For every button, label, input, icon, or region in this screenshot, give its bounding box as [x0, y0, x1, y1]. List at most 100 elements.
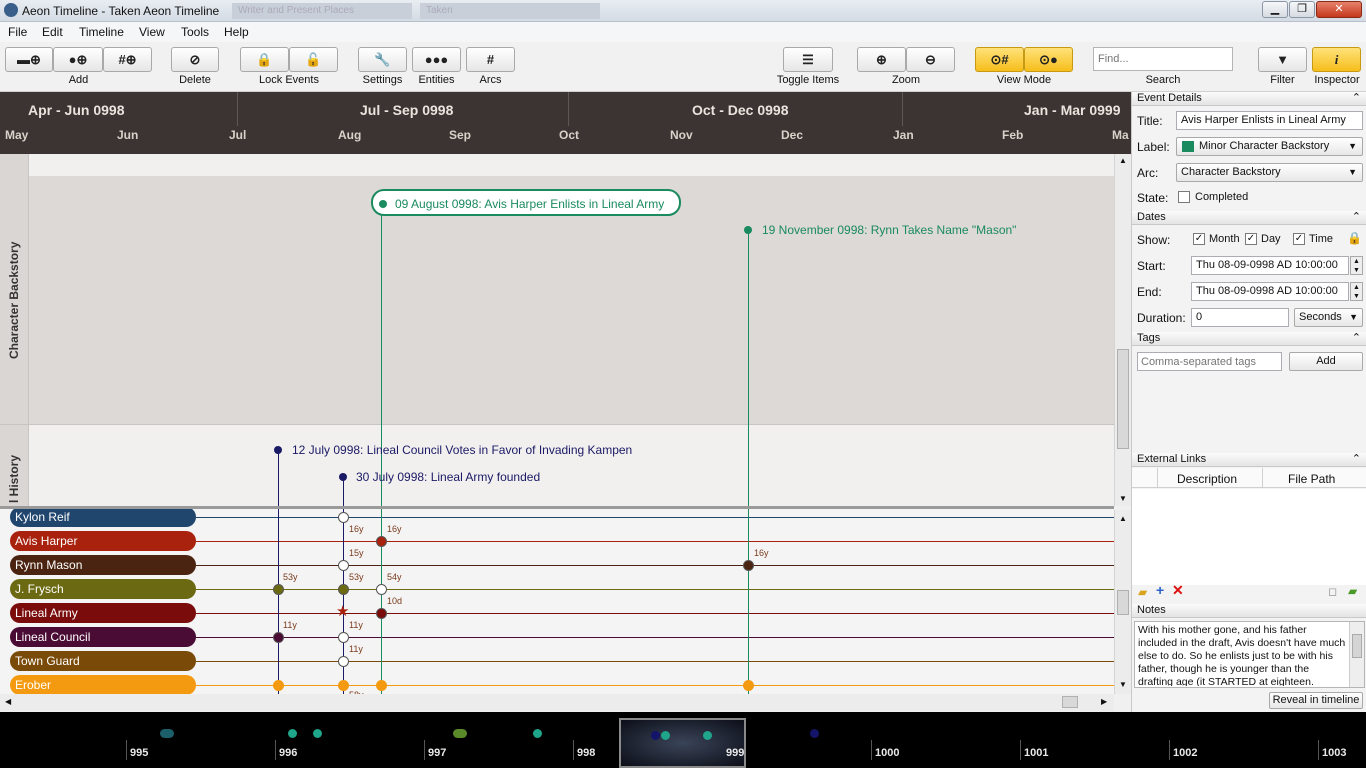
overview-viewport[interactable]: [619, 718, 746, 768]
participation-dot[interactable]: [376, 584, 387, 595]
arc-label-history[interactable]: l History: [0, 425, 29, 506]
entity-kylon-reif[interactable]: Kylon Reif: [10, 509, 196, 527]
entities-scrollbar[interactable]: ▲ ▼: [1114, 510, 1131, 694]
remove-link-icon[interactable]: ✕: [1172, 582, 1184, 599]
participation-dot[interactable]: [338, 632, 349, 643]
scroll-right-icon[interactable]: ▶: [1101, 697, 1107, 706]
scroll-down-icon[interactable]: ▼: [1119, 494, 1127, 503]
participation-dot[interactable]: [743, 680, 754, 691]
start-date-field[interactable]: Thu 08-09-0998 AD 10:00:00: [1191, 256, 1349, 275]
reveal-in-timeline-button[interactable]: Reveal in timeline: [1269, 692, 1363, 709]
event-council-votes[interactable]: 12 July 0998: Lineal Council Votes in Fa…: [292, 443, 632, 457]
zoom-out-button[interactable]: ⊖: [906, 47, 955, 72]
lock-icon[interactable]: 🔒: [1347, 231, 1362, 245]
lock-button[interactable]: 🔒: [240, 47, 289, 72]
start-spinner[interactable]: ▲ ▼: [1350, 256, 1363, 275]
overview-strip[interactable]: 995 996 997 998 999 1000 1001 1002 1003: [0, 712, 1366, 768]
unlock-button[interactable]: 🔓: [289, 47, 338, 72]
scroll-left-icon[interactable]: ◀: [5, 697, 11, 706]
participation-dot[interactable]: [338, 512, 349, 523]
participation-dot[interactable]: [376, 608, 387, 619]
duration-unit-select[interactable]: Seconds ▼: [1294, 308, 1363, 327]
add-link-icon[interactable]: +: [1156, 582, 1164, 598]
inspector-button[interactable]: i: [1312, 47, 1361, 72]
close-window-button[interactable]: ✕: [1316, 1, 1362, 18]
entity-lineal-council[interactable]: Lineal Council: [10, 627, 196, 647]
delete-button[interactable]: ⊘: [171, 47, 219, 72]
participation-dot[interactable]: [338, 584, 349, 595]
entity-j-frysch[interactable]: J. Frysch: [10, 579, 196, 599]
duration-field[interactable]: 0: [1191, 308, 1289, 327]
open-folder-icon[interactable]: ▰: [1348, 584, 1357, 598]
end-date-field[interactable]: Thu 08-09-0998 AD 10:00:00: [1191, 282, 1349, 301]
title-field[interactable]: Avis Harper Enlists in Lineal Army: [1176, 111, 1363, 130]
participation-dot[interactable]: [273, 584, 284, 595]
zoom-in-button[interactable]: ⊕: [857, 47, 906, 72]
participation-dot[interactable]: [376, 536, 387, 547]
tags-input[interactable]: [1137, 352, 1282, 371]
external-links-header[interactable]: External Links ⌃: [1132, 453, 1366, 467]
add-entity-button[interactable]: ●⊕: [53, 47, 103, 72]
entity-erober[interactable]: Erober: [10, 675, 196, 694]
menu-timeline[interactable]: Timeline: [79, 25, 124, 39]
arcs-view[interactable]: Character Backstory l History 09 August …: [0, 154, 1114, 506]
scroll-thumb[interactable]: [1062, 696, 1078, 708]
description-column[interactable]: Description: [1177, 472, 1237, 486]
participation-dot[interactable]: [338, 560, 349, 571]
entity-town-guard[interactable]: Town Guard: [10, 651, 196, 671]
completed-checkbox[interactable]: [1178, 191, 1190, 203]
settings-button[interactable]: 🔧: [358, 47, 407, 72]
add-arc-button[interactable]: #⊕: [103, 47, 152, 72]
minimize-button[interactable]: ▁: [1262, 1, 1288, 18]
scroll-up-icon[interactable]: ▲: [1119, 156, 1127, 165]
participation-dot[interactable]: [338, 656, 349, 667]
arcs-scrollbar[interactable]: ▲ ▼: [1114, 154, 1131, 506]
notes-header[interactable]: Notes: [1132, 604, 1366, 618]
view-mode-arcs-button[interactable]: ⊙#: [975, 47, 1024, 72]
menu-view[interactable]: View: [139, 25, 165, 39]
show-time-checkbox[interactable]: ✓: [1293, 233, 1305, 245]
search-input[interactable]: [1093, 47, 1233, 71]
menu-help[interactable]: Help: [224, 25, 249, 39]
maximize-button[interactable]: ❐: [1289, 1, 1315, 18]
add-event-button[interactable]: ▬⊕: [5, 47, 53, 72]
entities-view[interactable]: Kylon Reif Avis Harper Rynn Mason J. Fry…: [0, 506, 1114, 694]
end-spinner[interactable]: ▲ ▼: [1350, 282, 1363, 301]
show-month-checkbox[interactable]: ✓: [1193, 233, 1205, 245]
entity-avis-harper[interactable]: Avis Harper: [10, 531, 196, 551]
entity-rynn-mason[interactable]: Rynn Mason: [10, 555, 196, 575]
entities-button[interactable]: ●●●: [412, 47, 461, 72]
arc-label-character-backstory[interactable]: Character Backstory: [0, 154, 29, 424]
filter-button[interactable]: ▼: [1258, 47, 1307, 72]
menu-file[interactable]: File: [8, 25, 27, 39]
open-file-icon[interactable]: ◻: [1328, 585, 1337, 598]
participation-dot[interactable]: [273, 632, 284, 643]
file-path-column[interactable]: File Path: [1288, 472, 1335, 486]
dates-header[interactable]: Dates ⌃: [1132, 211, 1366, 225]
arcs-button[interactable]: #: [466, 47, 515, 72]
star-icon[interactable]: ★: [336, 602, 349, 620]
scroll-thumb[interactable]: [1352, 634, 1362, 658]
toggle-items-button[interactable]: ☰: [783, 47, 833, 72]
tags-header[interactable]: Tags ⌃: [1132, 332, 1366, 346]
notes-textarea[interactable]: With his mother gone, and his father inc…: [1134, 621, 1365, 688]
participation-dot[interactable]: [743, 560, 754, 571]
event-army-founded[interactable]: 30 July 0998: Lineal Army founded: [356, 470, 540, 484]
scroll-thumb[interactable]: [1117, 590, 1129, 615]
scroll-up-icon[interactable]: ▲: [1119, 514, 1127, 523]
horizontal-scrollbar[interactable]: ◀ ▶: [0, 694, 1114, 711]
menu-tools[interactable]: Tools: [181, 25, 209, 39]
label-select[interactable]: Minor Character Backstory ▼: [1176, 137, 1363, 156]
scroll-thumb[interactable]: [1117, 349, 1129, 449]
taskbar-tab-1[interactable]: Writer and Present Places: [232, 3, 412, 19]
participation-dot[interactable]: [376, 680, 387, 691]
taskbar-tab-2[interactable]: Taken: [420, 3, 600, 19]
folder-icon[interactable]: ▰: [1138, 585, 1147, 599]
participation-dot[interactable]: [273, 680, 284, 691]
event-details-header[interactable]: Event Details ⌃: [1132, 92, 1366, 106]
entity-lineal-army[interactable]: Lineal Army: [10, 603, 196, 623]
view-mode-entities-button[interactable]: ⊙●: [1024, 47, 1073, 72]
event-card-avis-enlists[interactable]: 09 August 0998: Avis Harper Enlists in L…: [371, 189, 681, 216]
timeline-header[interactable]: Apr - Jun 0998 Jul - Sep 0998 Oct - Dec …: [0, 92, 1131, 154]
add-tag-button[interactable]: Add: [1289, 352, 1363, 371]
